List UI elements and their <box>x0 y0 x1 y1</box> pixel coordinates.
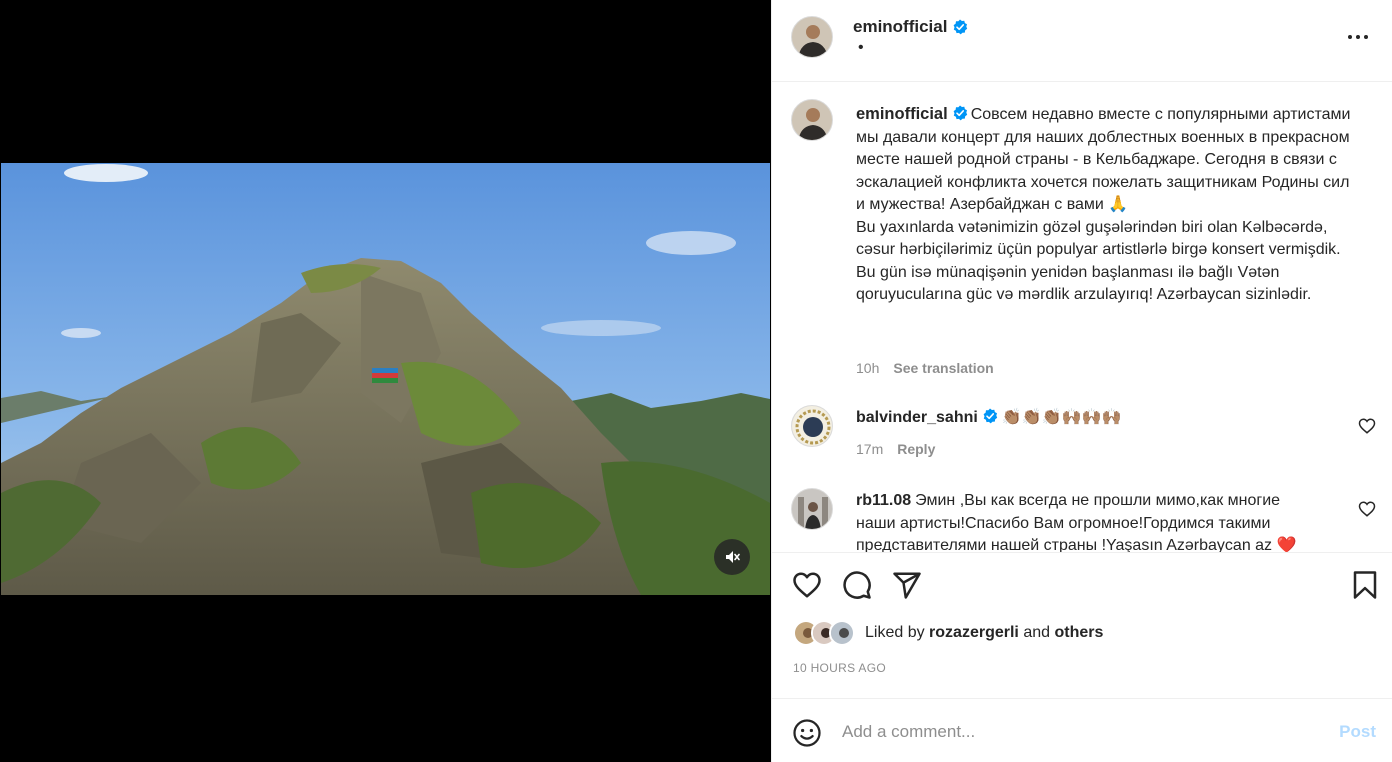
reply-button[interactable]: Reply <box>897 441 935 457</box>
media-panel <box>0 0 771 762</box>
caption-username[interactable]: eminofficial <box>856 105 948 123</box>
comment-meta: 17m Reply <box>856 441 935 457</box>
comment-time: 17m <box>856 441 884 457</box>
comments-scroll-area[interactable]: eminofficial Совсем недавно вместе с попу… <box>772 83 1392 552</box>
liked-by-user[interactable]: rozazergerli <box>929 624 1019 642</box>
commenter-username[interactable]: rb11.08 <box>856 492 911 509</box>
post-comment-button[interactable]: Post <box>1339 722 1376 742</box>
video-frame-mountain <box>1 163 770 595</box>
bookmark-icon[interactable] <box>1350 570 1380 600</box>
avatar-image <box>792 100 832 140</box>
liker-avatars <box>793 620 855 646</box>
add-comment-bar: Post <box>772 698 1392 762</box>
verified-badge-icon <box>983 408 998 424</box>
avatar-image <box>792 17 832 57</box>
commenter-avatar[interactable] <box>791 405 833 447</box>
see-translation-button[interactable]: See translation <box>893 360 993 376</box>
share-icon[interactable] <box>892 570 922 600</box>
commenter-avatar[interactable] <box>791 488 833 530</box>
verified-badge-icon <box>954 19 968 35</box>
more-options-icon <box>1348 35 1368 39</box>
caption-text-az: Bu yaxınlarda vətənimizin gözəl guşələri… <box>856 218 1346 304</box>
caption-author-avatar[interactable] <box>791 99 833 141</box>
post-header: eminofficial • <box>772 0 1392 82</box>
verified-badge-icon <box>953 105 967 121</box>
caption-text: eminofficial Совсем недавно вместе с попу… <box>856 103 1356 307</box>
avatar-image <box>831 622 853 644</box>
comment-icon[interactable] <box>842 570 872 600</box>
likes-summary: Liked by rozazergerli and others <box>793 620 1103 646</box>
like-comment-heart-icon[interactable] <box>1358 417 1376 435</box>
comment-text: rb11.08 Эмин ,Вы как всегда не прошли мим… <box>856 490 1316 552</box>
emoji-icon[interactable] <box>792 718 822 748</box>
liked-by-prefix: Liked by <box>865 624 925 641</box>
post-timestamp[interactable]: 10 HOURS AGO <box>793 661 886 675</box>
author-username-text[interactable]: eminofficial <box>853 17 947 37</box>
caption-time: 10h <box>856 360 880 376</box>
avatar-image <box>792 489 832 529</box>
author-username[interactable]: eminofficial <box>853 17 968 37</box>
post-side-panel: eminofficial • eminofficial Совсем недав… <box>771 0 1392 762</box>
caption-meta: 10h See translation <box>856 360 994 376</box>
liked-by-and: and <box>1023 624 1051 641</box>
author-avatar[interactable] <box>791 16 833 58</box>
comment-body: 👏🏽👏🏽👏🏽🙌🏽🙌🏽🙌🏽 <box>1001 409 1122 426</box>
post-video[interactable] <box>1 163 770 595</box>
comment-body: Эмин ,Вы как всегда не прошли мимо,как м… <box>856 492 1297 552</box>
mute-button[interactable] <box>714 539 750 575</box>
like-comment-heart-icon[interactable] <box>1358 500 1376 518</box>
comment-text: balvinder_sahni 👏🏽👏🏽👏🏽🙌🏽🙌🏽🙌🏽 <box>856 407 1316 430</box>
avatar-image <box>792 406 832 446</box>
more-options-button[interactable] <box>1346 25 1370 49</box>
liked-by-others[interactable]: others <box>1054 624 1103 642</box>
heart-icon[interactable] <box>792 570 822 600</box>
comment-input[interactable] <box>842 715 1312 749</box>
commenter-username[interactable]: balvinder_sahni <box>856 409 978 426</box>
mute-icon <box>726 551 740 563</box>
liker-avatar[interactable] <box>829 620 855 646</box>
location-dot: • <box>858 39 864 56</box>
